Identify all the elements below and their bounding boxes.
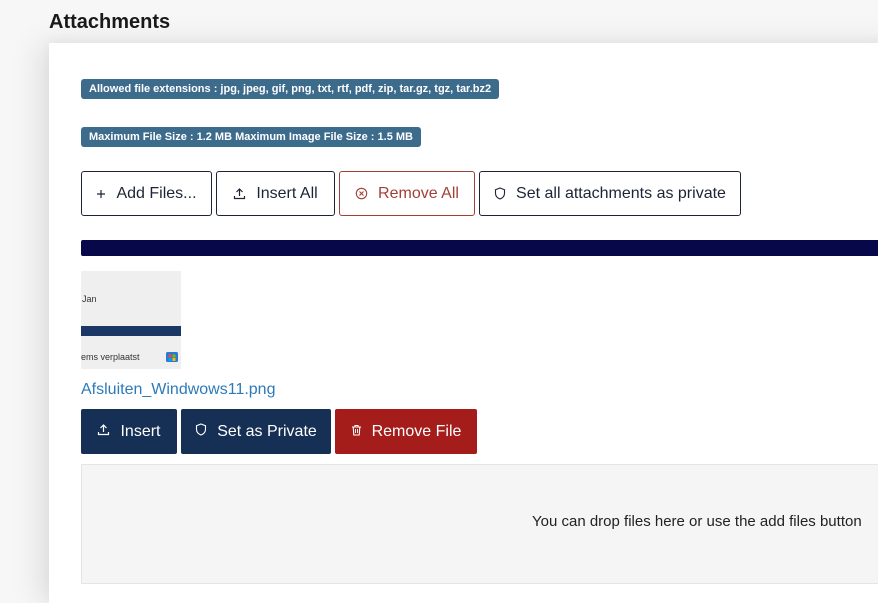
remove-all-button[interactable]: Remove All: [339, 171, 475, 216]
set-all-private-label: Set all attachments as private: [516, 184, 726, 202]
drop-zone-text: You can drop files here or use the add f…: [532, 513, 862, 530]
set-private-label: Set as Private: [217, 422, 317, 440]
file-drop-zone[interactable]: You can drop files here or use the add f…: [81, 464, 878, 584]
insert-file-label: Insert: [120, 422, 161, 440]
upload-progress-bar: [81, 240, 878, 256]
remove-file-button[interactable]: Remove File: [335, 409, 477, 454]
set-all-private-button[interactable]: Set all attachments as private: [479, 171, 741, 216]
insert-all-button[interactable]: Insert All: [216, 171, 335, 216]
add-files-button[interactable]: Add Files...: [81, 171, 212, 216]
circle-x-icon: [355, 187, 368, 200]
allowed-extensions-badge: Allowed file extensions : jpg, jpeg, gif…: [81, 79, 500, 99]
trash-icon: [351, 423, 362, 441]
set-private-button[interactable]: Set as Private: [181, 409, 331, 454]
thumbnail-text-bottom: ems verplaatst: [81, 352, 140, 362]
section-title: Attachments: [49, 11, 171, 33]
add-files-label: Add Files...: [116, 184, 197, 202]
upload-icon: [97, 423, 110, 441]
insert-file-button[interactable]: Insert: [81, 409, 177, 454]
max-file-size-badge: Maximum File Size : 1.2 MB Maximum Image…: [81, 127, 421, 147]
upload-icon: [233, 187, 246, 200]
insert-all-label: Insert All: [256, 184, 318, 202]
file-thumbnail[interactable]: Jan ems verplaatst: [81, 271, 181, 369]
plus-icon: [96, 189, 106, 199]
remove-all-label: Remove All: [378, 184, 459, 202]
store-icon: [165, 349, 179, 363]
remove-file-label: Remove File: [371, 422, 462, 440]
thumbnail-text-top: Jan: [82, 294, 97, 304]
thumbnail-taskbar: [81, 326, 181, 336]
file-name-link[interactable]: Afsluiten_Windwows11.png: [81, 381, 275, 399]
shield-icon: [195, 422, 207, 441]
shield-icon: [494, 187, 506, 200]
upload-progress-fill: [81, 240, 878, 256]
